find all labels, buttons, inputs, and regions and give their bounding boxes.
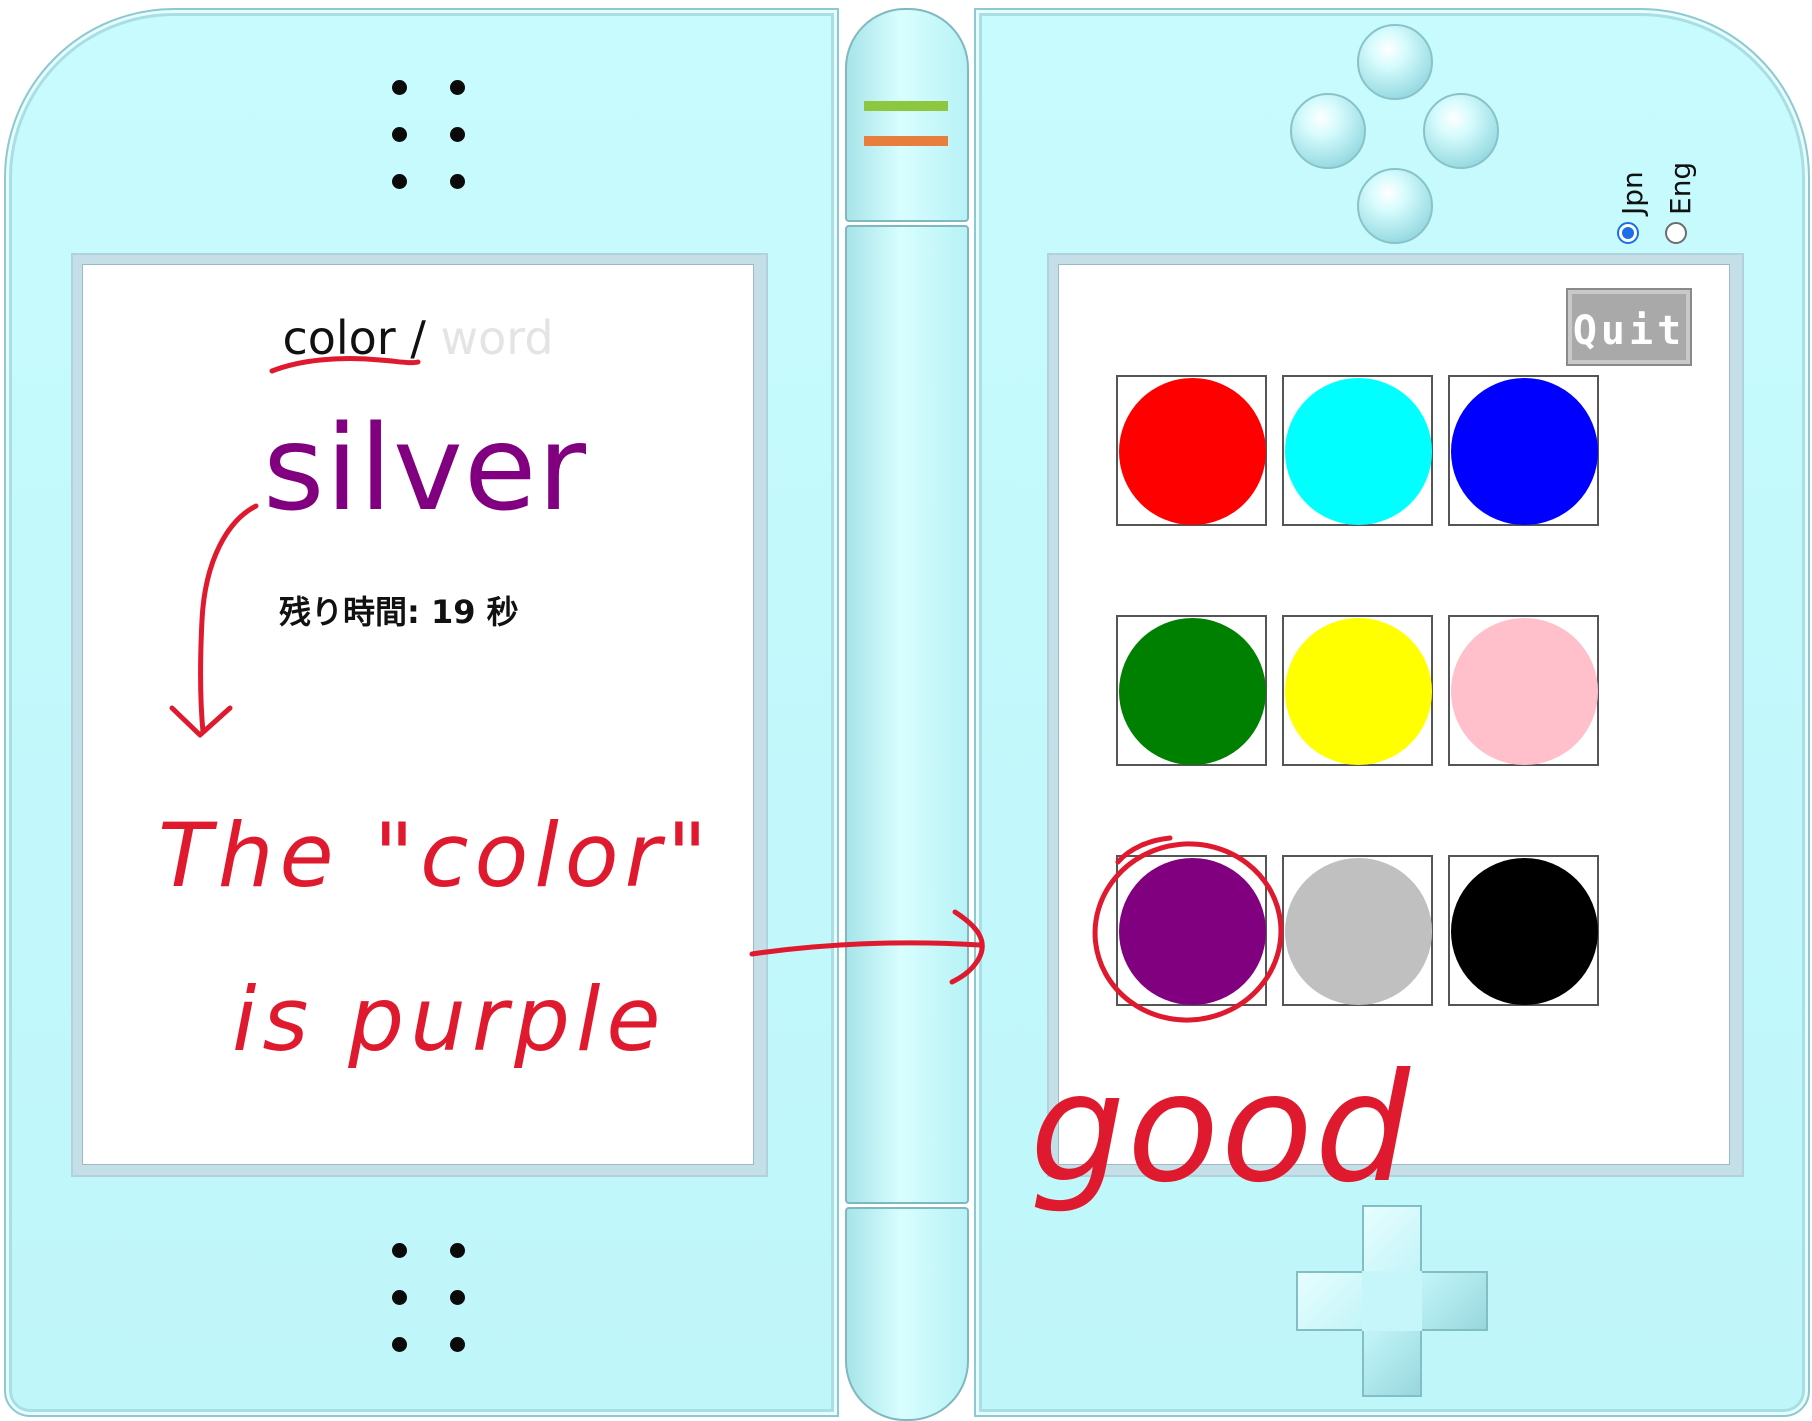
speaker-dot [392, 1243, 407, 1258]
hinge-top [845, 8, 969, 222]
color-swatch-black[interactable] [1448, 855, 1599, 1006]
color-dot-purple [1119, 858, 1266, 1005]
hinge-bottom [845, 1207, 969, 1421]
mode-toggle: color / word [83, 311, 753, 365]
radio-eng[interactable] [1665, 222, 1687, 244]
color-dot-cyan [1285, 378, 1432, 525]
speaker-dot [392, 174, 407, 189]
color-swatch-yellow[interactable] [1282, 615, 1433, 766]
mode-word[interactable]: word [426, 311, 553, 365]
dpad[interactable] [1296, 1205, 1488, 1397]
language-option-jpn[interactable]: Jpn [1612, 140, 1652, 250]
left-screen: color / word silver 残り時間: 19 秒 [82, 264, 754, 1165]
speaker-dot [450, 174, 465, 189]
quit-button[interactable]: Quit [1566, 288, 1692, 366]
color-dot-blue [1451, 378, 1598, 525]
speaker-dot [392, 80, 407, 95]
language-option-eng[interactable]: Eng [1660, 140, 1700, 250]
color-dot-pink [1451, 618, 1598, 765]
face-button-top[interactable] [1357, 24, 1433, 100]
color-dot-yellow [1285, 618, 1432, 765]
speaker-dot [392, 1290, 407, 1305]
radio-jpn[interactable] [1617, 222, 1639, 244]
color-swatch-green[interactable] [1116, 615, 1267, 766]
color-swatch-pink[interactable] [1448, 615, 1599, 766]
language-label-jpn: Jpn [1616, 171, 1649, 215]
speaker-top-left [392, 80, 476, 198]
dpad-center [1362, 1271, 1422, 1331]
color-dot-black [1451, 858, 1598, 1005]
face-button-right[interactable] [1423, 93, 1499, 169]
mode-color[interactable]: color [282, 311, 395, 365]
language-label-eng: Eng [1664, 161, 1697, 215]
color-dot-silver [1285, 858, 1432, 1005]
stimulus-word: silver [263, 399, 587, 537]
color-swatch-red[interactable] [1116, 375, 1267, 526]
speaker-dot [450, 80, 465, 95]
mode-separator: / [395, 311, 426, 365]
speaker-dot [450, 1337, 465, 1352]
hinge-middle [845, 225, 969, 1204]
speaker-bottom-left [392, 1243, 476, 1361]
color-swatch-silver[interactable] [1282, 855, 1433, 1006]
color-swatch-blue[interactable] [1448, 375, 1599, 526]
hinge-stripe-orange [864, 136, 948, 146]
face-button-bottom[interactable] [1357, 168, 1433, 244]
remaining-time: 残り時間: 19 秒 [279, 593, 519, 631]
speaker-dot [450, 1290, 465, 1305]
face-button-left[interactable] [1290, 93, 1366, 169]
speaker-dot [450, 1243, 465, 1258]
speaker-dot [450, 127, 465, 142]
color-swatch-cyan[interactable] [1282, 375, 1433, 526]
speaker-dot [392, 1337, 407, 1352]
color-swatch-purple[interactable] [1116, 855, 1267, 1006]
color-dot-red [1119, 378, 1266, 525]
color-dot-green [1119, 618, 1266, 765]
hinge-stripe-green [864, 101, 948, 111]
speaker-dot [392, 127, 407, 142]
